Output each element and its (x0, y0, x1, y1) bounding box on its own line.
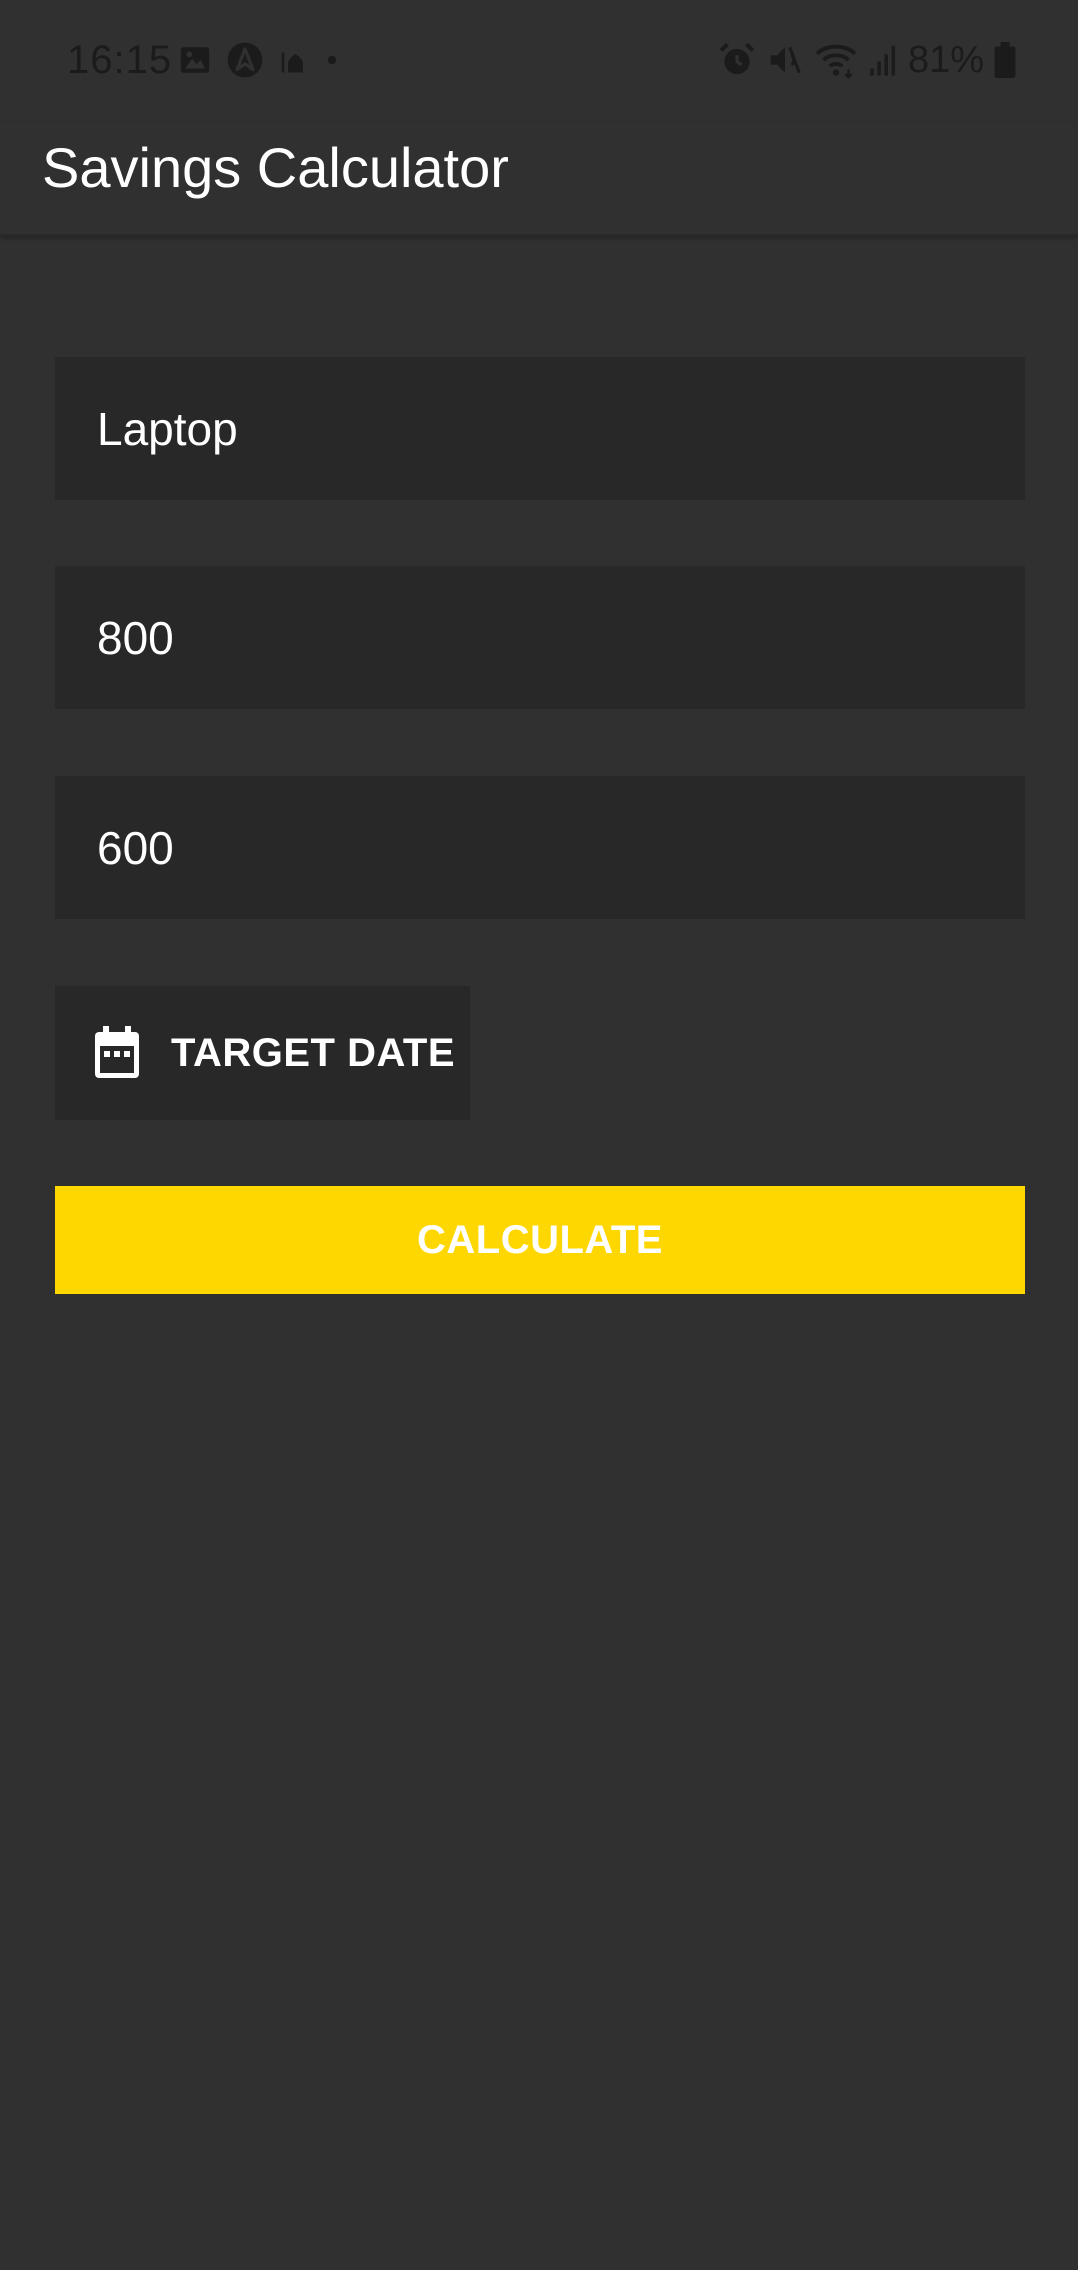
calculate-label: CALCULATE (417, 1217, 663, 1262)
page-title: Savings Calculator (42, 136, 509, 199)
alarm-icon (719, 42, 755, 75)
mosque-icon (281, 52, 303, 73)
status-bar: 16:15 81% (0, 0, 1078, 122)
battery-percent: 81% (907, 38, 984, 81)
app-bar: Savings Calculator (0, 122, 1078, 236)
navigation-icon (227, 42, 263, 78)
saved-amount-input[interactable] (55, 776, 1025, 919)
signal-icon (870, 45, 895, 76)
notification-icons (178, 42, 342, 78)
wifi-icon (815, 44, 857, 79)
goal-name-input[interactable] (55, 357, 1025, 500)
dot-icon (327, 55, 337, 65)
calculate-button[interactable]: CALCULATE (55, 1186, 1025, 1294)
system-icons: 81% (718, 38, 1016, 81)
target-amount-input[interactable] (55, 566, 1025, 709)
calendar-icon (95, 1026, 139, 1078)
mute-icon (770, 46, 801, 74)
image-icon (180, 47, 210, 73)
battery-icon (994, 42, 1016, 78)
status-time: 16:15 (67, 38, 173, 82)
target-date-label: TARGET DATE (171, 1030, 455, 1075)
target-date-button[interactable]: TARGET DATE (55, 986, 470, 1120)
